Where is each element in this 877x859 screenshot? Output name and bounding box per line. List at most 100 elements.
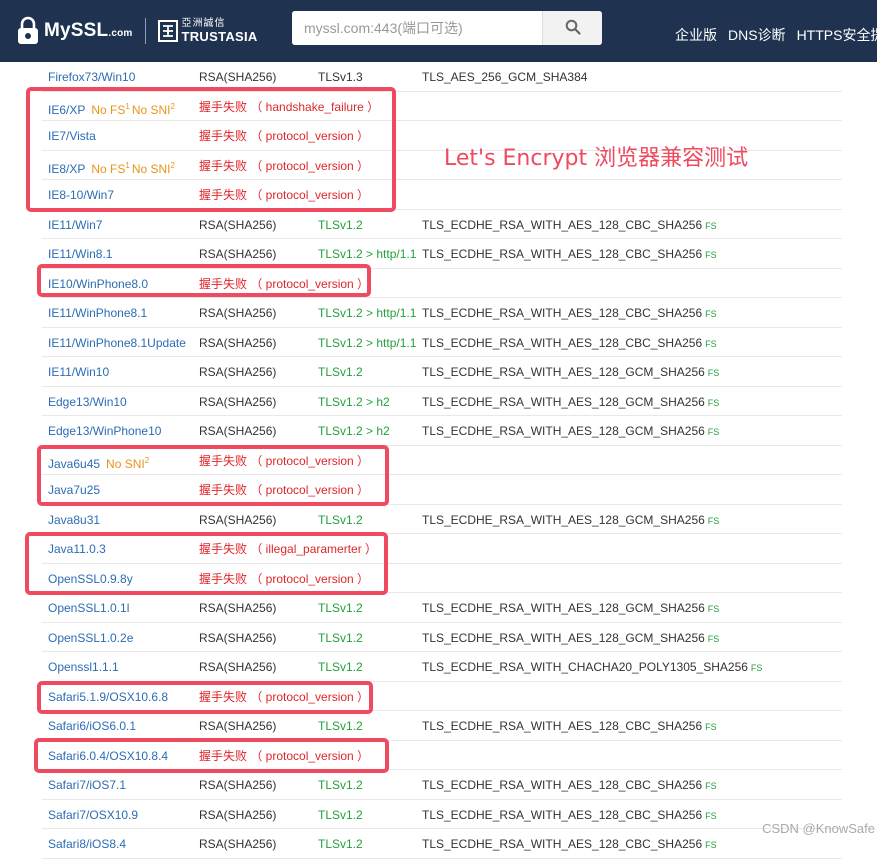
table-row: IE11/Win10 RSA(SHA256) TLSv1.2 TLS_ECDHE_RS… bbox=[42, 357, 842, 387]
cert-cell: RSA(SHA256) bbox=[199, 70, 277, 84]
protocol-cell: TLSv1.2 > h2 bbox=[318, 394, 390, 409]
client-cell[interactable]: IE11/WinPhone8.1Update bbox=[48, 336, 186, 350]
client-cell[interactable]: Openssl1.1.1 bbox=[48, 660, 119, 674]
protocol-cell: TLSv1.2 bbox=[318, 365, 363, 379]
table-row: IE11/WinPhone8.1Update RSA(SHA256) TLSv1.2… bbox=[42, 328, 842, 357]
protocol-cell: TLSv1.2 > http/1.1 bbox=[318, 335, 417, 350]
protocol-cell: TLSv1.2 bbox=[318, 660, 363, 674]
client-cell[interactable]: Safari7/OSX10.9 bbox=[48, 808, 138, 822]
cert-cell: RSA(SHA256) bbox=[199, 837, 277, 851]
client-name[interactable]: IE11/WinPhone8.1 bbox=[48, 306, 147, 320]
cert-cell: RSA(SHA256) bbox=[199, 424, 277, 438]
cert-cell: RSA(SHA256) bbox=[199, 365, 277, 379]
fs-badge: FS bbox=[707, 604, 720, 614]
table-row: Edge13/WinPhone10 RSA(SHA256) TLSv1.2 > h2… bbox=[42, 416, 842, 446]
client-cell[interactable]: Safari8/iOS8.4 bbox=[48, 837, 126, 851]
protocol-cell: TLSv1.2 bbox=[318, 807, 363, 822]
client-cell[interactable]: IE11/Win10 bbox=[48, 365, 109, 379]
nav-https[interactable]: HTTPS安全提 bbox=[797, 25, 877, 45]
client-cell[interactable]: OpenSSL1.0.2e bbox=[48, 631, 133, 645]
search-button[interactable] bbox=[542, 11, 602, 45]
fs-badge: FS bbox=[705, 250, 717, 260]
cipher-suite: TLS_ECDHE_RSA_WITH_AES_128_CBC_SHA256 bbox=[422, 217, 703, 232]
client-name[interactable]: Edge13/Win10 bbox=[48, 395, 127, 409]
nav-enterprise[interactable]: 企业版 bbox=[675, 25, 717, 45]
client-cell[interactable]: Edge13/Win10 bbox=[48, 395, 127, 409]
client-name[interactable]: IE11/Win10 bbox=[48, 365, 109, 379]
protocol-cell: TLSv1.3 bbox=[318, 70, 363, 84]
cipher-cell: TLS_ECDHE_RSA_WITH_AES_128_CBC_SHA256 FS bbox=[422, 808, 717, 823]
fs-badge: FS bbox=[707, 515, 720, 526]
client-cell[interactable]: IE11/WinPhone8.1 bbox=[48, 306, 147, 320]
cert-cell: RSA(SHA256) bbox=[199, 394, 277, 409]
client-name[interactable]: OpenSSL1.0.2e bbox=[48, 631, 133, 645]
site-header: MySSL.com 亞洲誠信 TRUSTASIA 企业版 DNS诊断 H bbox=[0, 0, 877, 62]
client-cell[interactable]: Edge13/WinPhone10 bbox=[48, 424, 161, 438]
protocol-cell: TLSv1.2 bbox=[318, 837, 363, 851]
myssl-logo[interactable]: MySSL.com 亞洲誠信 TRUSTASIA bbox=[16, 14, 258, 48]
protocol-cell: TLSv1.2 bbox=[318, 719, 363, 733]
trustasia-logo: 亞洲誠信 TRUSTASIA bbox=[181, 18, 258, 44]
logo-divider bbox=[144, 18, 146, 44]
fs-badge: FS bbox=[705, 220, 717, 231]
protocol-cell: TLSv1.2 > h2 bbox=[318, 424, 390, 438]
cert-cell: RSA(SHA256) bbox=[199, 630, 277, 645]
annotation-text: Let's Encrypt 浏览器兼容测试 bbox=[444, 146, 749, 171]
table-row: OpenSSL1.0.1l RSA(SHA256) TLSv1.2 TLS_ECDHE… bbox=[42, 593, 842, 623]
table-row: Openssl1.1.1 RSA(SHA256) TLSv1.2 TLS_ECDHE_… bbox=[42, 652, 842, 682]
top-nav: 企业版 DNS诊断 HTTPS安全提 bbox=[675, 25, 877, 45]
protocol-cell: TLSv1.2 bbox=[318, 630, 363, 645]
lock-icon bbox=[16, 16, 40, 46]
highlight-box bbox=[25, 532, 388, 595]
fs-badge: FS bbox=[750, 663, 763, 673]
cipher-cell: TLS_ECDHE_RSA_WITH_AES_128_CBC_SHA256 FS bbox=[422, 247, 717, 262]
client-cell[interactable]: OpenSSL1.0.1l bbox=[48, 601, 129, 615]
nav-dns[interactable]: DNS诊断 bbox=[728, 25, 786, 45]
client-name[interactable]: IE11/WinPhone8.1Update bbox=[48, 336, 186, 350]
protocol-cell: TLSv1.2 bbox=[318, 217, 363, 232]
client-name[interactable]: OpenSSL1.0.1l bbox=[48, 601, 129, 615]
logo-text: MySSL.com bbox=[44, 20, 133, 41]
cipher-suite: TLS_ECDHE_RSA_WITH_AES_128_GCM_SHA256 bbox=[422, 512, 705, 527]
cipher-cell: TLS_ECDHE_RSA_WITH_AES_128_CBC_SHA256 FS bbox=[422, 778, 717, 793]
cert-cell: RSA(SHA256) bbox=[199, 601, 277, 615]
cipher-suite: TLS_ECDHE_RSA_WITH_AES_128_GCM_SHA256 bbox=[422, 601, 705, 615]
table-row: Safari7/OSX10.9 RSA(SHA256) TLSv1.2 TLS_ECD… bbox=[42, 800, 842, 829]
cipher-suite: TLS_ECDHE_RSA_WITH_AES_128_GCM_SHA256 bbox=[422, 630, 705, 645]
client-cell[interactable]: Safari6/iOS6.0.1 bbox=[48, 719, 136, 733]
client-name[interactable]: Safari7/iOS7.1 bbox=[48, 778, 126, 792]
highlight-box bbox=[26, 87, 396, 212]
table-row: Safari8/iOS8.4 RSA(SHA256) TLSv1.2 TLS_ECDH… bbox=[42, 829, 842, 859]
highlight-box bbox=[37, 445, 389, 506]
cert-cell: RSA(SHA256) bbox=[199, 660, 277, 674]
search-input[interactable] bbox=[292, 11, 542, 45]
table-row: OpenSSL1.0.2e RSA(SHA256) TLSv1.2 TLS_ECDHE… bbox=[42, 623, 842, 652]
client-cell[interactable]: IE11/Win8.1 bbox=[48, 247, 112, 261]
client-name[interactable]: IE11/Win8.1 bbox=[48, 247, 112, 261]
fs-badge: FS bbox=[705, 338, 717, 349]
client-cell[interactable]: Firefox73/Win10 bbox=[48, 70, 135, 84]
cipher-cell: TLS_ECDHE_RSA_WITH_AES_128_CBC_SHA256 FS bbox=[422, 719, 717, 734]
client-name[interactable]: Firefox73/Win10 bbox=[48, 70, 135, 84]
client-name[interactable]: Safari6/iOS6.0.1 bbox=[48, 719, 136, 733]
cert-cell: RSA(SHA256) bbox=[199, 335, 277, 350]
table-row: Java8u31 RSA(SHA256) TLSv1.2 TLS_ECDHE_RSA_… bbox=[42, 505, 842, 534]
client-name[interactable]: IE11/Win7 bbox=[48, 218, 102, 232]
client-name[interactable]: Java8u31 bbox=[48, 513, 100, 527]
client-name[interactable]: Safari7/OSX10.9 bbox=[48, 808, 138, 822]
client-name[interactable]: Edge13/WinPhone10 bbox=[48, 424, 161, 438]
protocol-cell: TLSv1.2 > http/1.1 bbox=[318, 306, 417, 320]
watermark: CSDN @KnowSafe bbox=[762, 821, 875, 836]
cert-cell: RSA(SHA256) bbox=[199, 512, 277, 527]
client-cell[interactable]: Java8u31 bbox=[48, 513, 100, 527]
cipher-cell: TLS_ECDHE_RSA_WITH_CHACHA20_POLY1305_SHA… bbox=[422, 660, 762, 675]
cipher-suite: TLS_ECDHE_RSA_WITH_CHACHA20_POLY1305_SHA… bbox=[422, 660, 748, 674]
cipher-cell: TLS_ECDHE_RSA_WITH_AES_128_GCM_SHA256 FS bbox=[422, 424, 719, 439]
fs-badge: FS bbox=[707, 427, 720, 437]
table-row: Safari7/iOS7.1 RSA(SHA256) TLSv1.2 TLS_ECDH… bbox=[42, 770, 842, 800]
client-cell[interactable]: Safari7/iOS7.1 bbox=[48, 778, 126, 792]
cipher-cell: TLS_ECDHE_RSA_WITH_AES_128_CBC_SHA256 FS bbox=[422, 306, 717, 321]
client-cell[interactable]: IE11/Win7 bbox=[48, 218, 102, 232]
client-name[interactable]: Safari8/iOS8.4 bbox=[48, 837, 126, 851]
client-name[interactable]: Openssl1.1.1 bbox=[48, 660, 119, 674]
